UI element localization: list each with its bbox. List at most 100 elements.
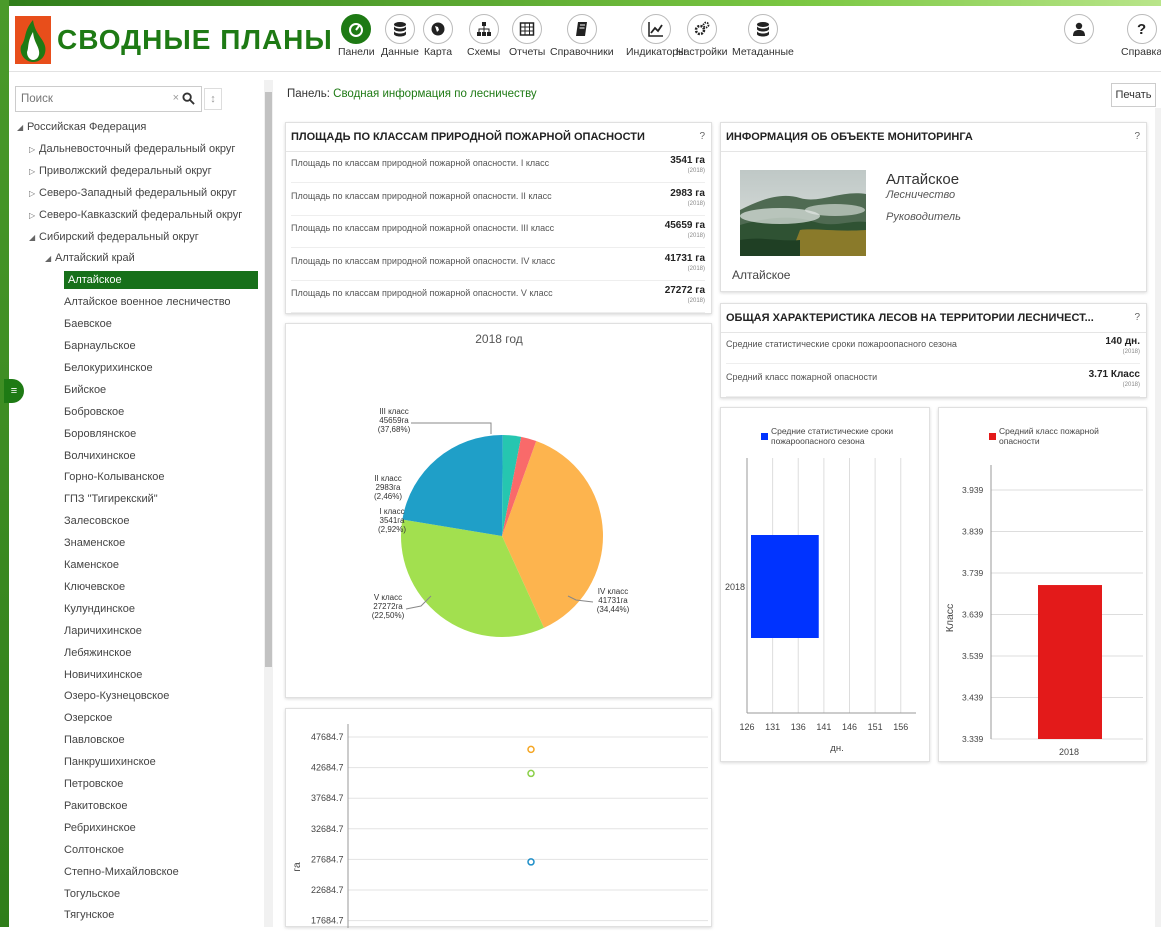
tree-item[interactable]: ◢ Российская Федерация xyxy=(17,118,146,136)
nav-sitemap-3[interactable]: Схемы xyxy=(467,14,500,58)
tree-item-label: Кулундинское xyxy=(64,602,135,615)
x-tick-label: 2018 xyxy=(1059,747,1079,757)
pie-label: I класс3541га(2,92%) xyxy=(378,507,406,534)
sidebar: × ↕ ◢Российская Федерация ▷Дальневосточны… xyxy=(9,80,264,927)
search-input[interactable] xyxy=(16,87,166,111)
y-tick-label: 37684.7 xyxy=(311,793,344,803)
tree-item[interactable]: Петровское xyxy=(64,775,123,793)
tree-item[interactable]: Ларичихинское xyxy=(64,622,142,640)
tree-item[interactable]: Ключевское xyxy=(64,578,125,596)
tree-item[interactable]: Бобровское xyxy=(64,403,124,421)
tree-item-label: Ребрихинское xyxy=(64,821,136,834)
tree-item[interactable]: Степно-Михайловское xyxy=(64,863,179,881)
tree-item-selected[interactable]: Алтайское xyxy=(64,271,258,290)
expand-arrow-icon[interactable]: ▷ xyxy=(29,207,39,225)
collapse-arrow-icon[interactable]: ◢ xyxy=(45,250,55,268)
help-button[interactable]: ? Справка xyxy=(1121,14,1161,58)
tree-item-label: Озеро-Кузнецовское xyxy=(64,690,170,703)
tree-item[interactable]: Новичихинское xyxy=(64,666,142,684)
bar[interactable] xyxy=(751,535,819,638)
sidebar-scroll-thumb[interactable] xyxy=(265,92,272,667)
stat-label: Средние статистические сроки пожароопасн… xyxy=(726,339,957,349)
nav-table-4[interactable]: Отчеты xyxy=(509,14,545,58)
tree-item[interactable]: Тягунское xyxy=(64,906,114,924)
tree-item[interactable]: ▷ Северо-Кавказский федеральный округ xyxy=(29,206,242,224)
help-icon[interactable]: ? xyxy=(699,131,705,142)
tree-item[interactable]: Панкрушихинское xyxy=(64,753,156,771)
stat-year: (2018) xyxy=(687,168,705,174)
nav-database-1[interactable]: Данные xyxy=(381,14,419,58)
forest-photo xyxy=(740,170,866,256)
tree-item[interactable]: Белокурихинское xyxy=(64,359,153,377)
tree-item[interactable]: Тогульское xyxy=(64,885,120,903)
tree-item[interactable]: Павловское xyxy=(64,731,125,749)
tree-item[interactable]: Боровлянское xyxy=(64,425,136,443)
tree-item[interactable]: ▷ Северо-Западный федеральный округ xyxy=(29,184,237,202)
panel-name[interactable]: Сводная информация по лесничеству xyxy=(333,88,537,100)
sort-tree-button[interactable]: ↕ xyxy=(204,88,222,110)
pie-label-pct: (2,92%) xyxy=(378,525,406,534)
tree-item[interactable]: Залесовское xyxy=(64,512,129,530)
tree-item[interactable]: Горно-Колыванское xyxy=(64,468,165,486)
tree-item[interactable]: Алтайское военное лесничество xyxy=(64,293,231,311)
tree-item[interactable]: ◢ Алтайский край xyxy=(45,249,135,267)
info-card: ИНФОРМАЦИЯ ОБ ОБЪЕКТЕ МОНИТОРИНГА ? Алта… xyxy=(720,122,1147,292)
legend-label: Средний класс пожарной опасности xyxy=(999,426,1099,446)
nav-dashboard-0[interactable]: Панели xyxy=(338,14,375,58)
expand-arrow-icon[interactable]: ▷ xyxy=(29,163,39,181)
nav-database-8[interactable]: Метаданные xyxy=(732,14,794,58)
tree-item[interactable]: Кулундинское xyxy=(64,600,135,618)
forest-characteristics-card: ОБЩАЯ ХАРАКТЕРИСТИКА ЛЕСОВ НА ТЕРРИТОРИИ… xyxy=(720,303,1147,398)
tree-item[interactable]: Барнаульское xyxy=(64,337,136,355)
pie-slice[interactable] xyxy=(402,435,503,536)
y-tick-label: 42684.7 xyxy=(311,763,344,773)
tree-item[interactable]: Ракитовское xyxy=(64,797,127,815)
sidebar-scrollbar[interactable] xyxy=(264,80,273,927)
tree-item-label: Бобровское xyxy=(64,405,125,418)
tree-item[interactable]: Волчихинское xyxy=(64,447,136,465)
tree-item-label: Тягунское xyxy=(64,909,115,922)
tree-item[interactable]: ГПЗ "Тигирекский" xyxy=(64,490,158,508)
help-icon[interactable]: ? xyxy=(1134,312,1140,323)
search-icon[interactable] xyxy=(182,92,195,105)
print-button[interactable]: Печать xyxy=(1111,83,1156,107)
stat-val: 45659 га xyxy=(664,220,705,231)
y-tick-label: 3.839 xyxy=(962,527,984,537)
collapse-arrow-icon[interactable]: ◢ xyxy=(29,229,39,247)
tree-item[interactable]: Озеро-Кузнецовское xyxy=(64,687,169,705)
help-icon[interactable]: ? xyxy=(1134,131,1140,142)
user-menu-button[interactable] xyxy=(1064,14,1094,46)
tree-item[interactable]: ▷ Дальневосточный федеральный округ xyxy=(29,140,235,158)
tree-item[interactable]: Баевское xyxy=(64,315,112,333)
scatter-point[interactable] xyxy=(527,745,535,754)
tree-item[interactable]: Озерское xyxy=(64,709,112,727)
expand-arrow-icon[interactable]: ▷ xyxy=(29,141,39,159)
tree-item[interactable]: Бийское xyxy=(64,381,106,399)
nav-label: Панели xyxy=(338,46,375,58)
pie-label: III класс45659га(37,68%) xyxy=(378,407,411,434)
main-scrollbar[interactable] xyxy=(1155,108,1161,927)
pie-label-value: 27272га xyxy=(373,602,403,611)
collapse-arrow-icon[interactable]: ◢ xyxy=(17,119,27,137)
expand-arrow-icon[interactable]: ▷ xyxy=(29,185,39,203)
card-title: ПЛОЩАДЬ ПО КЛАССАМ ПРИРОДНОЙ ПОЖАРНОЙ ОП… xyxy=(291,131,645,143)
scatter-point[interactable] xyxy=(527,769,535,778)
nav-gears-7[interactable]: Настройки xyxy=(676,14,728,58)
window-frame-left xyxy=(0,0,9,927)
fire-class-card: ПЛОЩАДЬ ПО КЛАССАМ ПРИРОДНОЙ ПОЖАРНОЙ ОП… xyxy=(285,122,712,314)
tree-item[interactable]: Знаменское xyxy=(64,534,125,552)
dashboard-icon xyxy=(341,14,372,44)
tree-item[interactable]: ▷ Приволжский федеральный округ xyxy=(29,162,212,180)
nav-globe-2[interactable]: Карта xyxy=(423,14,453,58)
tree-item-label: Бийское xyxy=(64,383,107,396)
bar[interactable] xyxy=(1038,585,1102,739)
tree-item[interactable]: ◢ Сибирский федеральный округ xyxy=(29,228,199,246)
tree-item[interactable]: Лебяжинское xyxy=(64,644,131,662)
x-tick-label: 151 xyxy=(868,722,883,732)
tree-item[interactable]: Ребрихинское xyxy=(64,819,136,837)
tree-item[interactable]: Каменское xyxy=(64,556,119,574)
tree-item[interactable]: Солтонское xyxy=(64,841,124,859)
scatter-chart-card: 47684.7 42684.7 37684.7 32684.7 27684.7 22684… xyxy=(285,708,712,928)
clear-icon[interactable]: × xyxy=(173,92,179,104)
nav-book-5[interactable]: Справочники xyxy=(550,14,614,58)
